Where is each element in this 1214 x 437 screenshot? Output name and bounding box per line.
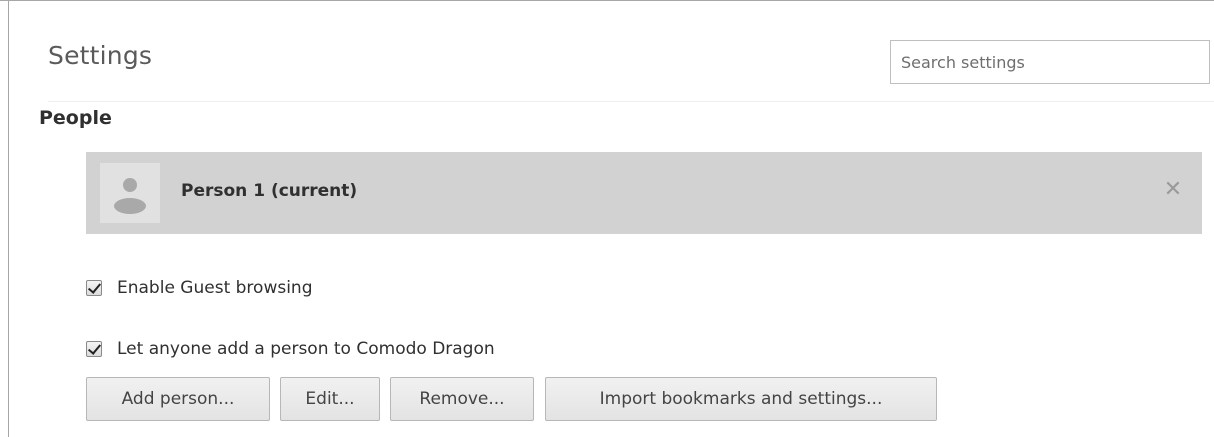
add-person-label: Let anyone add a person to Comodo Dragon (117, 339, 495, 359)
edit-button[interactable]: Edit... (280, 377, 380, 421)
header-divider (48, 101, 1214, 102)
add-person-option[interactable]: Let anyone add a person to Comodo Dragon (86, 338, 495, 360)
import-bookmarks-button[interactable]: Import bookmarks and settings... (545, 377, 937, 421)
profile-name: Person 1 (current) (181, 181, 358, 201)
window-left-border (8, 1, 9, 437)
guest-browsing-label: Enable Guest browsing (117, 278, 313, 298)
person-silhouette-icon (100, 163, 160, 223)
remove-button[interactable]: Remove... (390, 377, 534, 421)
settings-page: Settings People Person 1 (current) ✕ Ena… (0, 0, 1214, 437)
guest-browsing-option[interactable]: Enable Guest browsing (86, 277, 313, 299)
close-icon[interactable]: ✕ (1162, 179, 1184, 201)
search-input[interactable] (890, 40, 1210, 84)
add-person-checkbox[interactable] (86, 341, 102, 357)
profile-row[interactable]: Person 1 (current) ✕ (86, 152, 1202, 234)
guest-browsing-checkbox[interactable] (86, 280, 102, 296)
page-title: Settings (48, 41, 153, 70)
section-title-people: People (39, 107, 112, 129)
add-person-button[interactable]: Add person... (86, 377, 270, 421)
